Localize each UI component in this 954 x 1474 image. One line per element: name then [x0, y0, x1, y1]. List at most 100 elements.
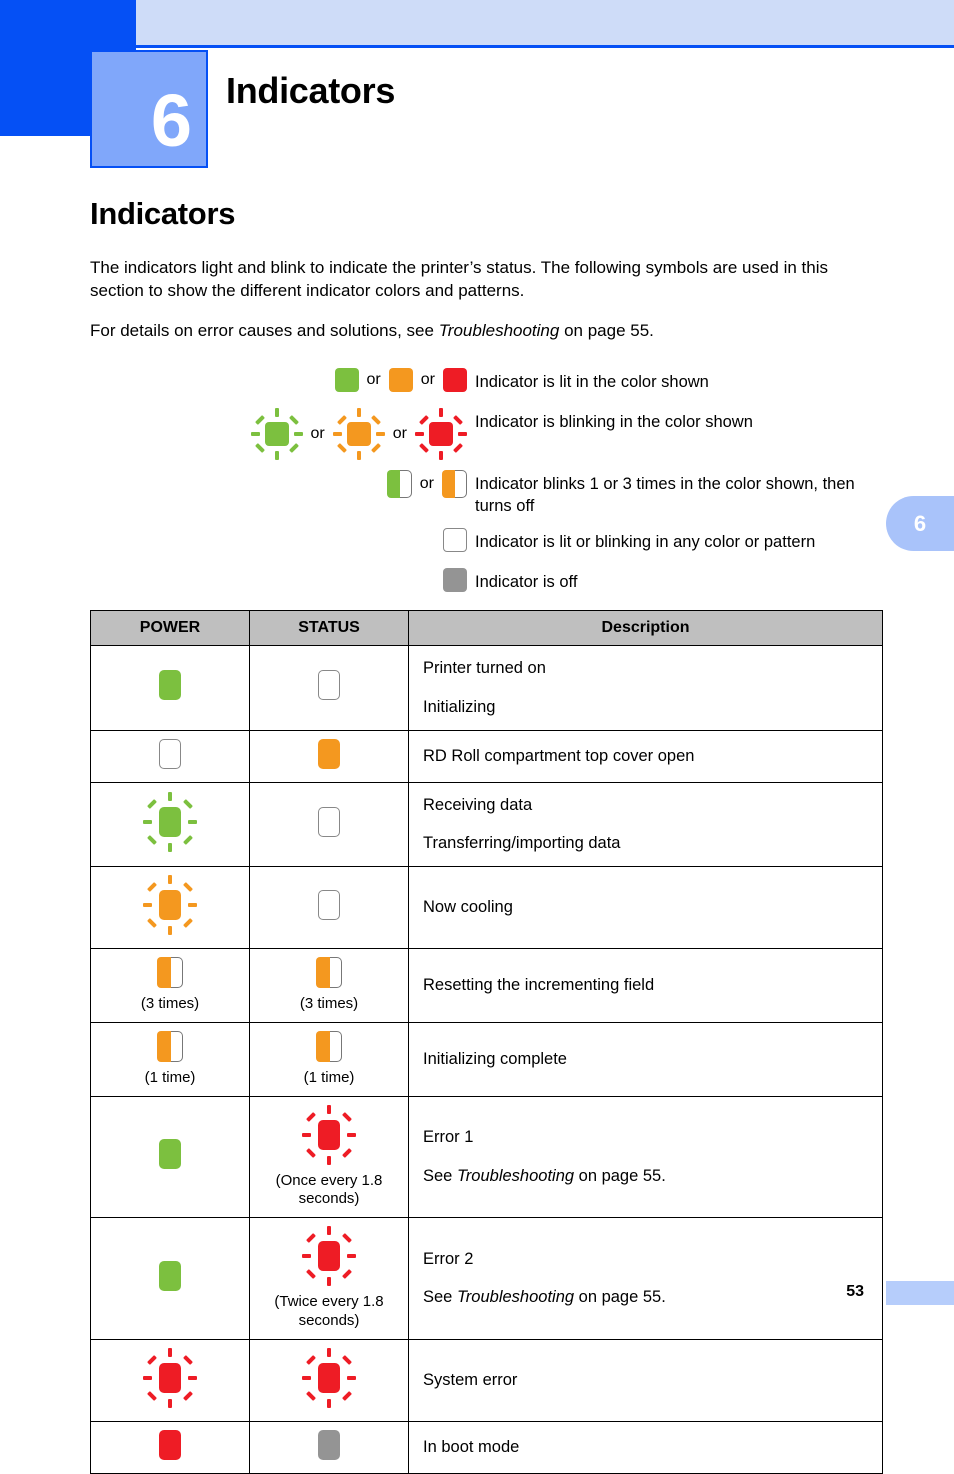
- cell-status: (1 time): [249, 1021, 409, 1097]
- cell-description: System error: [408, 1338, 883, 1422]
- table-row: System error: [90, 1338, 883, 1422]
- indicator-blinking-red-icon: [302, 1104, 356, 1165]
- table-row: Printer turned on Initializing: [90, 645, 883, 731]
- indicator-blink-times-green-icon: [386, 470, 412, 498]
- reference-italic: Troubleshooting: [438, 320, 560, 340]
- legend-label-off: Indicator is off: [475, 572, 578, 591]
- chapter-title: Indicators: [226, 70, 396, 111]
- cell-power: [90, 1420, 250, 1474]
- description-line: RD Roll compartment top cover open: [423, 746, 695, 765]
- indicator-blink-times-orange-icon: [316, 957, 342, 988]
- cell-status: [249, 866, 409, 949]
- cell-description: Error 2 See Troubleshooting on page 55.: [408, 1217, 883, 1340]
- indicator-lit-green-icon: [159, 670, 181, 701]
- table-row: In boot mode: [90, 1420, 883, 1474]
- chapter-edge-tab: 6: [886, 496, 954, 551]
- cell-power: [90, 1217, 250, 1340]
- cell-power: (3 times): [90, 948, 250, 1023]
- cell-description: Receiving data Transferring/importing da…: [408, 781, 883, 867]
- cell-description: Resetting the incrementing field: [408, 948, 883, 1023]
- status-icon-caption: (1 time): [303, 1068, 355, 1086]
- reference-suffix: on page 55.: [559, 320, 654, 340]
- reference-prefix: See: [423, 1166, 457, 1185]
- cell-power: [90, 1338, 250, 1422]
- cell-description: Now cooling: [408, 866, 883, 949]
- indicator-blinking-red-icon: [415, 408, 467, 460]
- cell-status: [249, 1420, 409, 1474]
- indicator-lit-orange-icon: [388, 368, 413, 392]
- indicator-any-icon: [318, 890, 340, 920]
- legend-or-label: or: [419, 475, 434, 492]
- cell-status: [249, 781, 409, 867]
- banner-light-block: [136, 0, 954, 45]
- table-header-row: POWER STATUS Description: [90, 610, 883, 646]
- section-content: Indicators The indicators light and blin…: [90, 196, 882, 342]
- chapter-banner: 6 Indicators: [0, 0, 954, 170]
- legend-or-label: or: [366, 371, 381, 388]
- indicator-blink-times-orange-icon: [157, 957, 183, 988]
- legend-row-off: Indicator is off: [90, 567, 890, 598]
- description-line: Initializing: [423, 697, 496, 716]
- power-icon-caption: (3 times): [140, 995, 200, 1012]
- intro-paragraph: The indicators light and blink to indica…: [90, 258, 829, 301]
- page-title: Indicators: [90, 196, 236, 231]
- indicator-lit-red-icon: [159, 1429, 181, 1460]
- legend-icons-off: [90, 567, 475, 592]
- cell-power: [90, 729, 250, 783]
- cell-power: [90, 645, 250, 731]
- indicator-blinking-green-icon: [143, 791, 197, 852]
- cell-status: [249, 1338, 409, 1422]
- indicator-blinking-orange-icon: [143, 875, 197, 935]
- legend-or-label: or: [310, 425, 325, 442]
- legend-icons-lit: or or: [90, 368, 475, 392]
- description-line: Resetting the incrementing field: [423, 976, 655, 994]
- legend-row-blinking: or or Indicator is blinking in the color…: [90, 408, 890, 460]
- indicator-off-icon: [443, 567, 467, 592]
- indicator-lit-orange-icon: [318, 738, 340, 769]
- legend-label-lit: Indicator is lit in the color shown: [475, 373, 709, 391]
- page-number: 53: [846, 1283, 864, 1300]
- status-icon-caption: (3 times): [299, 995, 359, 1012]
- indicator-lit-red-icon: [443, 368, 467, 392]
- legend-label-blinks-n-times: Indicator blinks 1 or 3 times in the col…: [475, 475, 855, 516]
- column-header-power: POWER: [90, 610, 250, 646]
- cell-description: In boot mode: [408, 1420, 883, 1474]
- cell-description: Initializing complete: [408, 1021, 883, 1097]
- description-line: In boot mode: [423, 1437, 520, 1456]
- indicator-blink-times-orange-icon: [316, 1030, 342, 1062]
- cell-status: (Twice every 1.8 seconds): [249, 1217, 409, 1340]
- cell-power: [90, 781, 250, 867]
- indicator-any-icon: [318, 806, 340, 837]
- indicator-blinking-red-icon: [143, 1347, 197, 1408]
- legend-or-label: or: [420, 371, 435, 388]
- legend-row-lit: or or Indicator is lit in the color show…: [90, 368, 890, 398]
- cell-description: Error 1 See Troubleshooting on page 55.: [408, 1095, 883, 1218]
- table-row: (1 time) (1 time) Initializing complete: [90, 1021, 883, 1097]
- indicator-status-table: POWER STATUS Description Printer turned …: [90, 610, 883, 1474]
- indicator-blinking-orange-icon: [332, 408, 385, 460]
- chapter-edge-tab-label: 6: [913, 510, 927, 536]
- page-footer: 53: [0, 1281, 954, 1313]
- reference-paragraph: For details on error causes and solution…: [90, 319, 882, 342]
- power-icon-caption: (1 time): [144, 1068, 196, 1086]
- indicator-lit-green-icon: [334, 368, 359, 392]
- description-line: Error 1: [423, 1128, 474, 1146]
- cell-description: Printer turned on Initializing: [408, 645, 883, 731]
- reference-prefix: For details on error causes and solution…: [90, 320, 439, 340]
- cell-status: [249, 645, 409, 731]
- indicator-any-icon: [318, 670, 340, 701]
- cell-power: [90, 866, 250, 949]
- cell-status: (Once every 1.8 seconds): [249, 1095, 409, 1218]
- chapter-number: 6: [150, 79, 192, 162]
- description-line: Initializing complete: [423, 1049, 567, 1068]
- description-line: Error 2: [423, 1249, 474, 1268]
- table-row: Now cooling: [90, 866, 883, 949]
- description-line: Receiving data: [423, 795, 533, 814]
- indicator-legend: or or Indicator is lit in the color show…: [90, 368, 890, 608]
- chapter-number-box: 6: [90, 50, 208, 168]
- legend-label-any: Indicator is lit or blinking in any colo…: [475, 532, 816, 551]
- cell-power: (1 time): [90, 1021, 250, 1097]
- indicator-any-icon: [159, 738, 181, 769]
- legend-row-blinks-n-times: or Indicator blinks 1 or 3 times in the …: [90, 470, 890, 518]
- legend-row-any: Indicator is lit or blinking in any colo…: [90, 527, 890, 558]
